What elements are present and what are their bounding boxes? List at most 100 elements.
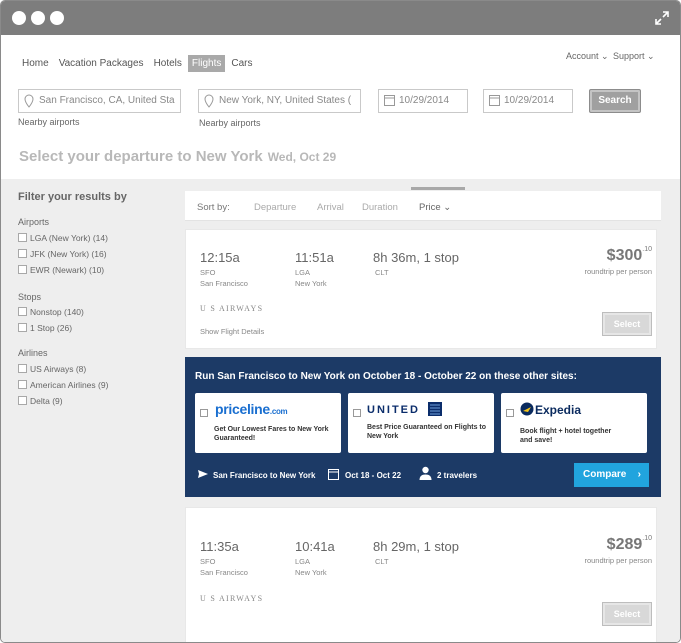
from-value: San Francisco, CA, United Sta <box>39 95 175 106</box>
nav-cars[interactable]: Cars <box>227 55 256 72</box>
select-button[interactable]: Select <box>602 312 652 336</box>
price-cents: .10 <box>642 246 652 253</box>
depart-code: SFO <box>200 557 216 566</box>
filter-option-label: 1 Stop (26) <box>30 323 73 333</box>
nearby-airports-to[interactable]: Nearby airports <box>199 118 261 128</box>
filter-option[interactable]: LGA (New York) (14) <box>18 233 108 243</box>
expedia-logo: Expedia <box>535 403 582 417</box>
nav-flights[interactable]: Flights <box>187 55 226 72</box>
filter-option[interactable]: EWR (Newark) (10) <box>18 265 104 275</box>
filter-option[interactable]: American Airlines (9) <box>18 380 108 390</box>
sort-duration[interactable]: Duration <box>362 202 398 213</box>
compare-sites-banner: Run San Francisco to New York on October… <box>185 357 661 497</box>
checkbox[interactable] <box>18 323 27 332</box>
dates-text: Oct 18 - Oct 22 <box>345 471 402 480</box>
active-sort-indicator <box>411 187 465 190</box>
price: $300.10 <box>607 246 652 265</box>
via-code: CLT <box>375 557 389 566</box>
flight-card: 12:15a SFO San Francisco 11:51a LGA New … <box>185 229 657 349</box>
to-input[interactable]: New York, NY, United States ( <box>198 89 361 113</box>
checkbox[interactable] <box>18 307 27 316</box>
window-dot-icon[interactable] <box>50 11 64 25</box>
site-option-expedia[interactable]: Expedia Book flight + hotel together and … <box>501 393 647 453</box>
return-date-value: 10/29/2014 <box>504 95 555 106</box>
filter-option-label: American Airlines (9) <box>30 380 109 390</box>
nav-vacation-packages[interactable]: Vacation Packages <box>55 55 148 72</box>
to-value: New York, NY, United States ( <box>219 95 352 106</box>
site-description: Best Price Guaranteed on Flights to New Y… <box>367 424 487 440</box>
checkbox[interactable] <box>18 380 27 389</box>
main-nav: Home Vacation Packages Hotels Flights Ca… <box>18 55 259 72</box>
flight-card: 11:35a SFO San Francisco 10:41a LGA New … <box>185 507 657 642</box>
checkbox[interactable] <box>18 233 27 242</box>
depart-time: 12:15a <box>200 250 240 265</box>
location-pin-icon <box>24 94 34 108</box>
support-label: Support <box>613 51 645 61</box>
airline-name: U S AIRWAYS <box>200 594 264 603</box>
duration: 8h 29m, 1 stop <box>373 539 459 554</box>
nearby-airports-from[interactable]: Nearby airports <box>18 117 80 127</box>
filter-option[interactable]: Nonstop (140) <box>18 307 84 317</box>
traveler-icon <box>419 466 432 480</box>
expand-icon[interactable] <box>654 10 670 26</box>
browser-window: Home Vacation Packages Hotels Flights Ca… <box>0 0 681 643</box>
united-globe-icon <box>428 402 442 416</box>
calendar-icon <box>328 469 339 480</box>
show-flight-details-link[interactable]: Show Flight Details <box>200 327 264 336</box>
sort-label: Sort by: <box>197 202 230 213</box>
checkbox[interactable] <box>18 265 27 274</box>
site-option-priceline[interactable]: priceline.com Get Our Lowest Fares to Ne… <box>195 393 341 453</box>
sort-price[interactable]: Price ⌄ <box>419 202 451 213</box>
filter-option-label: LGA (New York) (14) <box>30 233 108 243</box>
account-menu[interactable]: Account ⌄ <box>566 51 609 62</box>
select-button[interactable]: Select <box>602 602 652 626</box>
calendar-icon <box>384 95 395 106</box>
chevron-right-icon: › <box>637 469 641 480</box>
nav-home[interactable]: Home <box>18 55 53 72</box>
chevron-down-icon: ⌄ <box>601 51 609 61</box>
airline-logo: U S AIRWAYS <box>200 304 263 313</box>
via-code: CLT <box>375 268 389 277</box>
depart-city: San Francisco <box>200 279 248 288</box>
chevron-down-icon: ⌄ <box>647 51 655 61</box>
filter-option-label: JFK (New York) (16) <box>30 249 107 259</box>
depart-date-input[interactable]: 10/29/2014 <box>378 89 468 113</box>
account-label: Account <box>566 51 599 61</box>
sort-departure[interactable]: Departure <box>254 202 296 213</box>
return-date-input[interactable]: 10/29/2014 <box>483 89 573 113</box>
title-bar <box>1 1 680 35</box>
support-menu[interactable]: Support ⌄ <box>613 51 655 62</box>
page-title: Select your departure to New York Wed, Oc… <box>19 148 336 165</box>
search-button[interactable]: Search <box>589 89 641 113</box>
checkbox[interactable] <box>506 409 514 417</box>
location-pin-icon <box>204 94 214 108</box>
compare-label: Compare <box>583 469 627 480</box>
price-note: roundtrip per person <box>584 267 652 276</box>
price-note: roundtrip per person <box>584 556 652 565</box>
from-input[interactable]: San Francisco, CA, United Sta <box>18 89 181 113</box>
depart-time: 11:35a <box>200 539 239 554</box>
checkbox[interactable] <box>18 364 27 373</box>
nav-hotels[interactable]: Hotels <box>150 55 186 72</box>
page-title-text: Select your departure to New York <box>19 148 263 165</box>
sort-arrival[interactable]: Arrival <box>317 202 344 213</box>
sort-price-label: Price <box>419 202 441 213</box>
filter-option[interactable]: JFK (New York) (16) <box>18 249 107 259</box>
filter-option[interactable]: US Airways (8) <box>18 364 86 374</box>
filter-option[interactable]: Delta (9) <box>18 396 63 406</box>
window-dot-icon[interactable] <box>12 11 26 25</box>
window-dot-icon[interactable] <box>31 11 45 25</box>
depart-code: SFO <box>200 268 216 277</box>
united-logo: UNITED <box>367 404 420 416</box>
checkbox[interactable] <box>353 409 361 417</box>
filter-option-label: EWR (Newark) (10) <box>30 265 105 275</box>
checkbox[interactable] <box>18 249 27 258</box>
site-description: Get Our Lowest Fares to New York Guarante… <box>214 426 329 442</box>
checkbox[interactable] <box>18 396 27 405</box>
compare-button[interactable]: Compare › <box>574 463 649 487</box>
chevron-down-icon: ⌄ <box>443 202 452 213</box>
filter-option[interactable]: 1 Stop (26) <box>18 323 72 333</box>
price-cents: .10 <box>642 535 652 542</box>
checkbox[interactable] <box>200 409 208 417</box>
site-option-united[interactable]: UNITED Best Price Guaranteed on Flights … <box>348 393 494 453</box>
